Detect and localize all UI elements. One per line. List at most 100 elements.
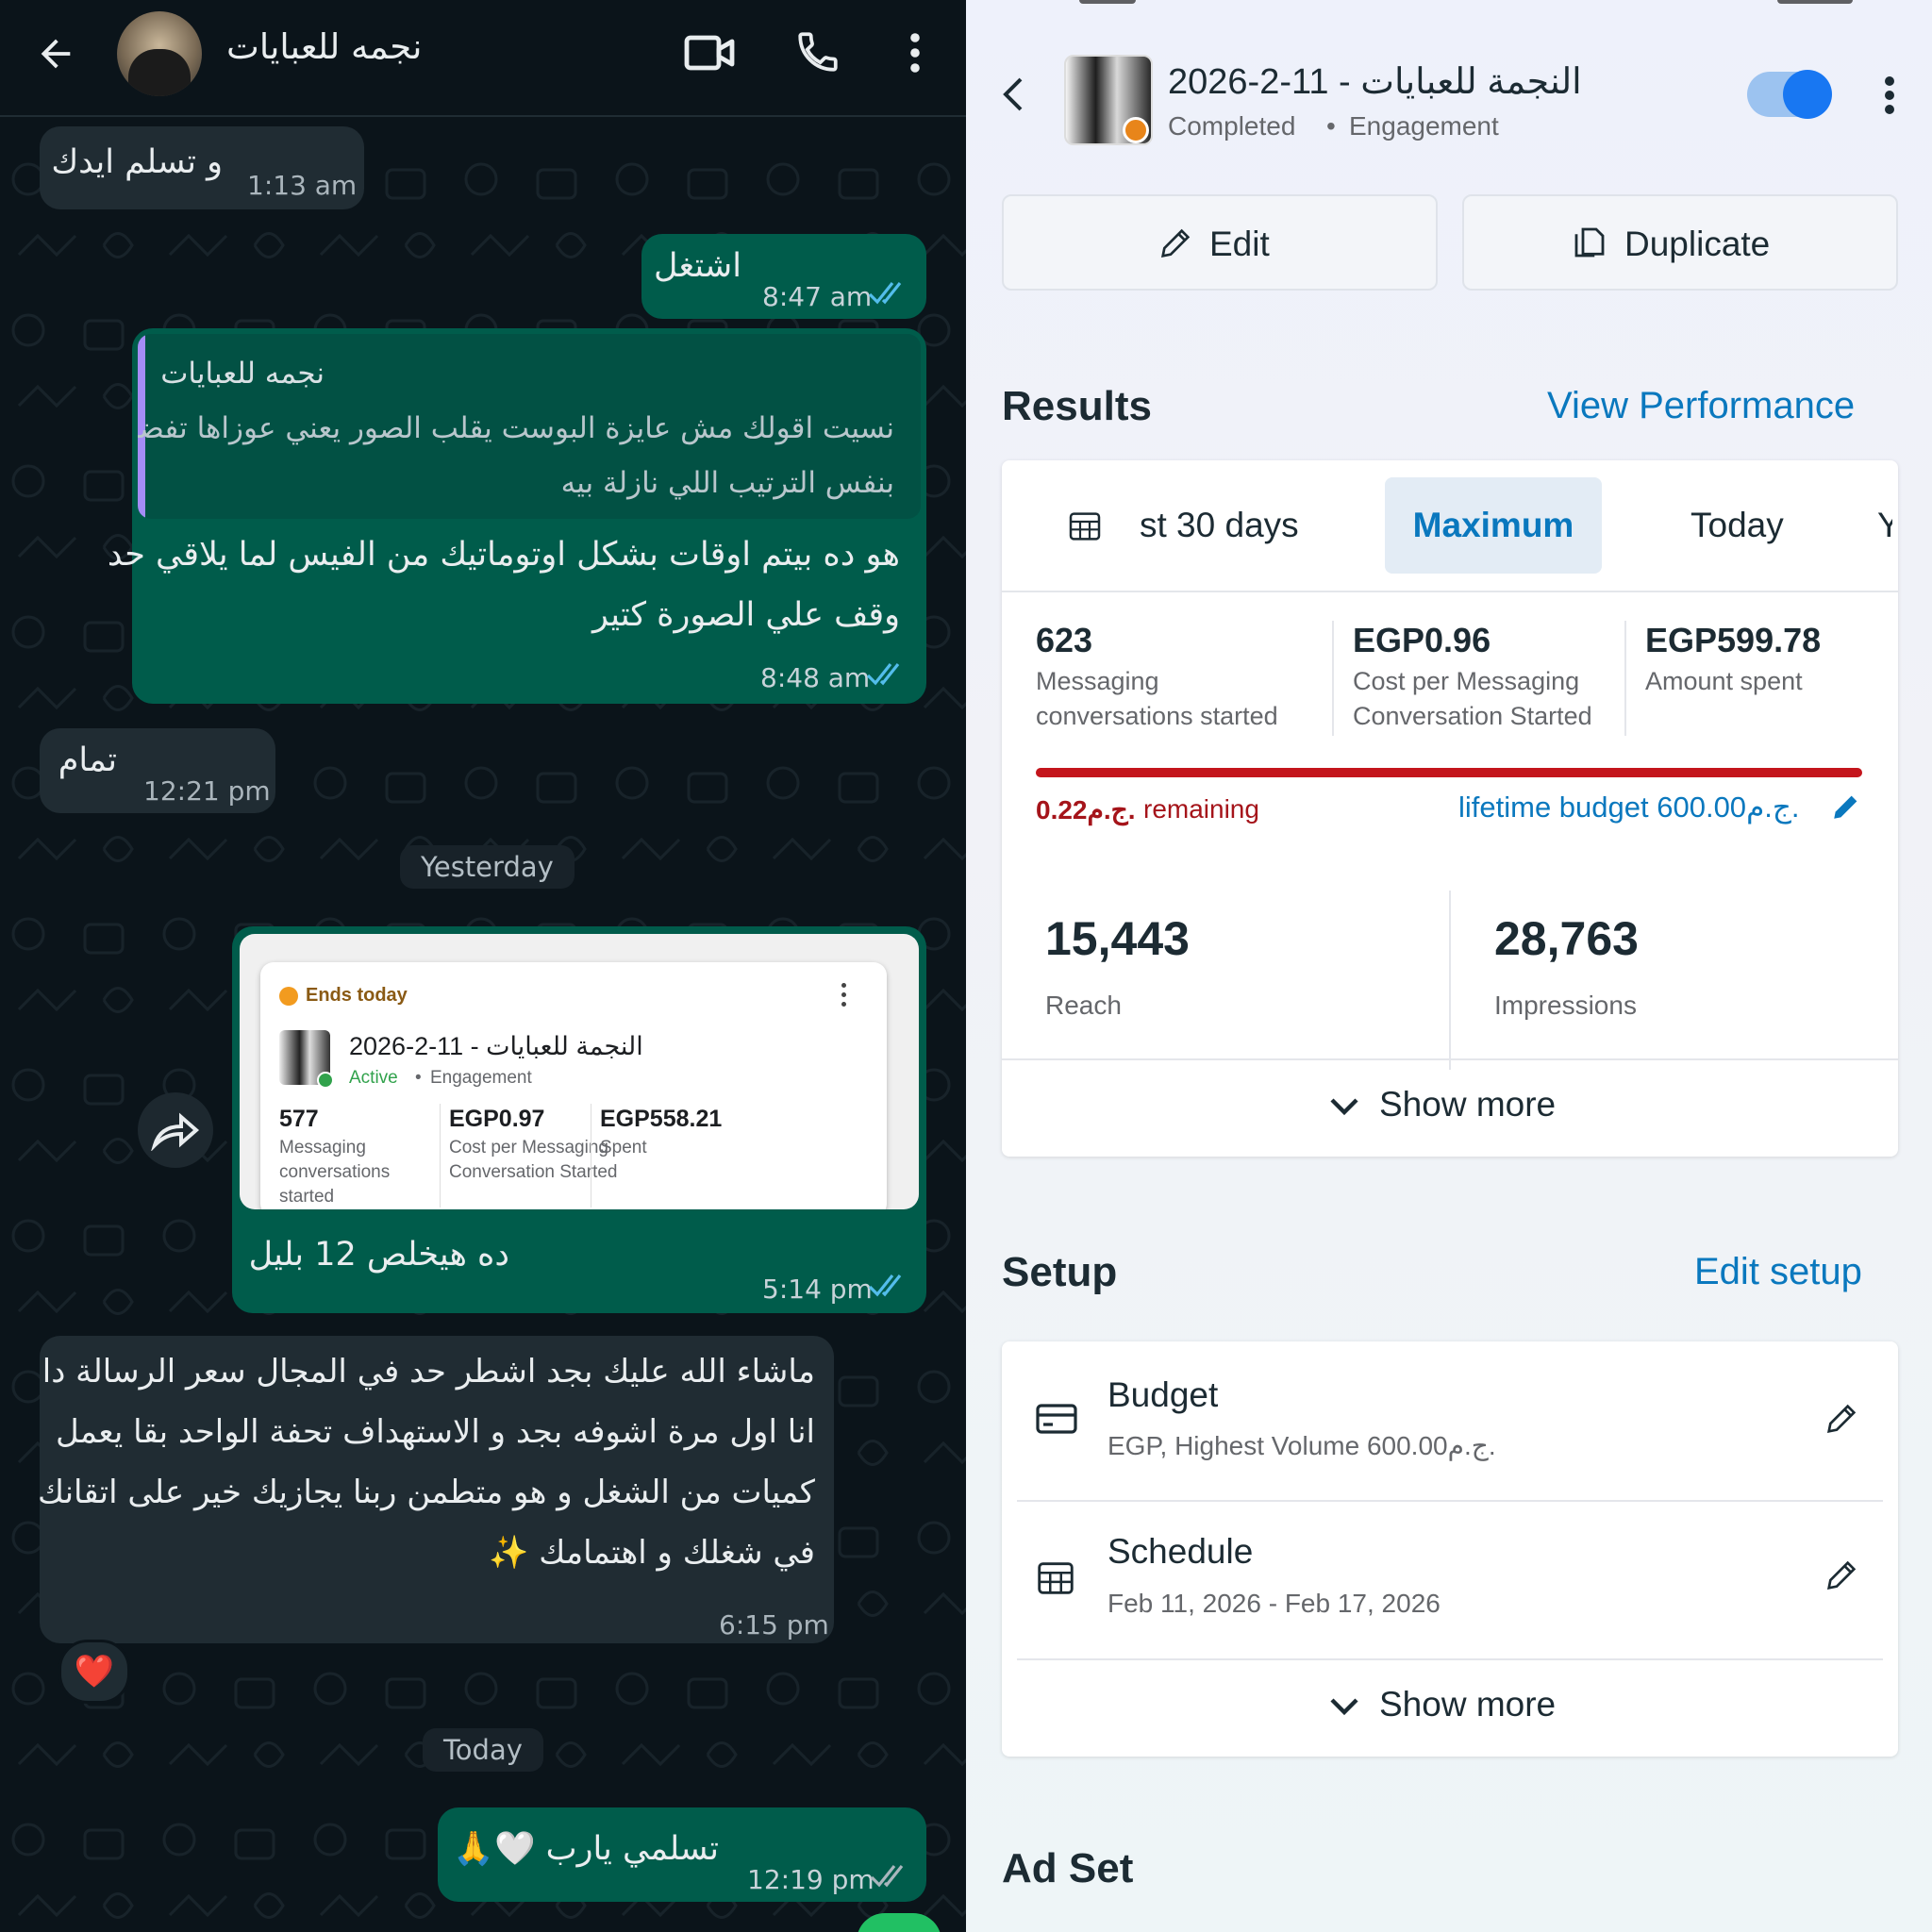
reaction-badge[interactable]: ❤️ [58, 1640, 130, 1704]
card-metric-label: conversations [279, 1162, 391, 1182]
message-text: تمام [58, 741, 117, 779]
schedule-title: Schedule [1108, 1532, 1254, 1571]
contact-name[interactable]: نجمه للعبايات [226, 26, 422, 67]
message-time: 1:13 am [247, 170, 358, 201]
card-badge: Ends today [306, 985, 408, 1006]
delivered-receipt-icon [870, 1865, 904, 1888]
day-separator: Yesterday [400, 845, 575, 889]
message-time: 12:19 pm [747, 1864, 874, 1895]
card-metric-label: Messaging [279, 1138, 366, 1158]
chat-panel: نجمه للعبايات و تسلم ايدك 1:13 am اشتغل … [0, 0, 966, 1932]
card-metric-label: Spent [600, 1138, 647, 1158]
message-text: تسلمي يارب 🤍🙏 [453, 1830, 719, 1868]
card-metric-value: EGP558.21 [600, 1106, 723, 1132]
ad-set-title: Ad Set [1002, 1845, 1134, 1891]
metric-value: EGP0.96 [1353, 621, 1491, 659]
tab-last-30-days[interactable]: st 30 days [1140, 506, 1299, 545]
tab-today[interactable]: Today [1690, 506, 1784, 545]
duplicate-button[interactable]: Duplicate [1462, 194, 1898, 291]
card-status: Active [349, 1068, 398, 1088]
metric-label: Conversation Started [1353, 702, 1592, 730]
show-more-label: Show more [1379, 1685, 1557, 1724]
status-bar-clock [1079, 0, 1136, 4]
impressions-value: 28,763 [1494, 912, 1639, 965]
tab-yesterday[interactable]: Y [1877, 506, 1892, 545]
incoming-message[interactable]: و تسلم ايدك 1:13 am [40, 126, 364, 209]
quote-author: نجمه للعبايات [160, 357, 325, 391]
message-text-line: وقف علي الصورة كتير [591, 596, 900, 634]
video-call-icon[interactable] [683, 28, 736, 77]
campaign-title: النجمة للعبايات - 11-2-2026 [1168, 62, 1582, 102]
message-text-line: في شغلك و اهتمامك ✨ [489, 1534, 815, 1572]
pencil-icon[interactable] [1830, 791, 1862, 823]
edit-label: Edit [1209, 225, 1270, 263]
show-more-results-button[interactable]: Show more [1002, 1060, 1898, 1157]
quoted-message[interactable]: نجمه للعبايات نسيت اقولك مش عايزة البوست… [138, 334, 921, 519]
campaign-card: Ends today النجمة للعبايات - 11-2-2026 A… [260, 962, 887, 1209]
message-time: 6:15 pm [719, 1609, 829, 1641]
outgoing-reply-message[interactable]: نجمه للعبايات نسيت اقولك مش عايزة البوست… [108, 328, 926, 704]
metric-value: EGP599.78 [1645, 621, 1822, 659]
setup-panel: Budget EGP, Highest Volume 600.00ج.م. Sc… [1002, 1341, 1898, 1757]
voice-call-icon[interactable] [794, 28, 841, 75]
incoming-message[interactable]: ماشاء الله عليك بجد اشطر حد في المجال سع… [38, 1336, 834, 1643]
pencil-icon[interactable] [1823, 1400, 1860, 1438]
pencil-icon[interactable] [1823, 1557, 1860, 1594]
incoming-message[interactable]: تمام 12:21 pm [40, 728, 275, 813]
message-text: و تسلم ايدك [51, 143, 223, 181]
budget-title: Budget [1108, 1375, 1219, 1414]
results-panel: st 30 days Maximum Today Y 623 Messaging… [1002, 460, 1898, 1157]
card-metric-value: EGP0.97 [449, 1106, 545, 1132]
results-title: Results [1002, 383, 1152, 429]
show-more-label: Show more [1379, 1085, 1557, 1124]
remaining-amount: 0.22ج.م. [1036, 795, 1136, 824]
screenshot-image[interactable]: Ends today النجمة للعبايات - 11-2-2026 A… [240, 934, 919, 1209]
outgoing-image-message[interactable]: Ends today النجمة للعبايات - 11-2-2026 A… [232, 926, 926, 1313]
back-chevron-icon[interactable] [1000, 75, 1024, 113]
edit-setup-link[interactable]: Edit setup [1694, 1251, 1862, 1293]
pencil-icon [1160, 228, 1191, 258]
metric-label: conversations started [1036, 702, 1278, 730]
message-text-line: هو ده بيتم اوقات بشكل اوتوماتيك من الفيس… [107, 536, 900, 574]
duplicate-label: Duplicate [1624, 225, 1771, 263]
card-campaign-title: النجمة للعبايات - 11-2-2026 [349, 1032, 643, 1060]
card-metric-label: started [279, 1187, 335, 1207]
copy-icon [1574, 227, 1605, 258]
contact-avatar[interactable] [117, 11, 202, 96]
metric-label: Messaging [1036, 667, 1159, 695]
show-more-setup-button[interactable]: Show more [1002, 1660, 1898, 1757]
edit-button[interactable]: Edit [1002, 194, 1438, 291]
card-more-icon [841, 983, 847, 1008]
budget-row[interactable]: Budget EGP, Highest Volume 600.00ج.م. [1002, 1341, 1898, 1500]
chat-header: نجمه للعبايات [0, 0, 966, 117]
tab-maximum-label: Maximum [1412, 506, 1574, 544]
tab-maximum[interactable]: Maximum [1385, 477, 1602, 574]
read-receipt-icon [868, 282, 902, 305]
calendar-table-icon[interactable] [1066, 508, 1104, 545]
outgoing-message[interactable]: اشتغل 8:47 am [641, 234, 926, 319]
metric-label: Cost per Messaging [1353, 667, 1580, 695]
read-receipt-icon [866, 663, 900, 686]
ads-manager-panel: النجمة للعبايات - 11-2-2026 Completed • … [966, 0, 1932, 1932]
message-time: 8:47 am [762, 281, 873, 312]
more-options-icon[interactable] [898, 30, 932, 75]
forward-button[interactable] [138, 1092, 213, 1168]
chevron-down-icon [1330, 1698, 1358, 1716]
budget-subtitle: EGP, Highest Volume 600.00ج.م. [1108, 1431, 1496, 1460]
metric-value: 623 [1036, 621, 1093, 659]
lifetime-budget-link[interactable]: lifetime budget 600.00ج.م. [1458, 791, 1800, 824]
budget-progress-track [1036, 768, 1862, 777]
outgoing-message[interactable]: تسلمي يارب 🤍🙏 12:19 pm [438, 1807, 926, 1902]
forward-icon [151, 1112, 200, 1151]
toggle-knob [1783, 70, 1832, 119]
message-text-line: ماشاء الله عليك بجد اشطر حد في المجال سع… [42, 1353, 815, 1391]
image-caption: ده هيخلص 12 بليل [248, 1236, 509, 1274]
schedule-row[interactable]: Schedule Feb 11, 2026 - Feb 17, 2026 [1002, 1502, 1898, 1658]
back-arrow-icon[interactable] [34, 32, 77, 75]
card-metric-value: 577 [279, 1106, 319, 1132]
clock-icon [279, 987, 298, 1006]
campaign-toggle[interactable] [1747, 70, 1832, 119]
more-options-icon[interactable] [1879, 74, 1900, 117]
view-performance-link[interactable]: View Performance [1547, 385, 1855, 427]
budget-progress-fill [1036, 768, 1862, 777]
